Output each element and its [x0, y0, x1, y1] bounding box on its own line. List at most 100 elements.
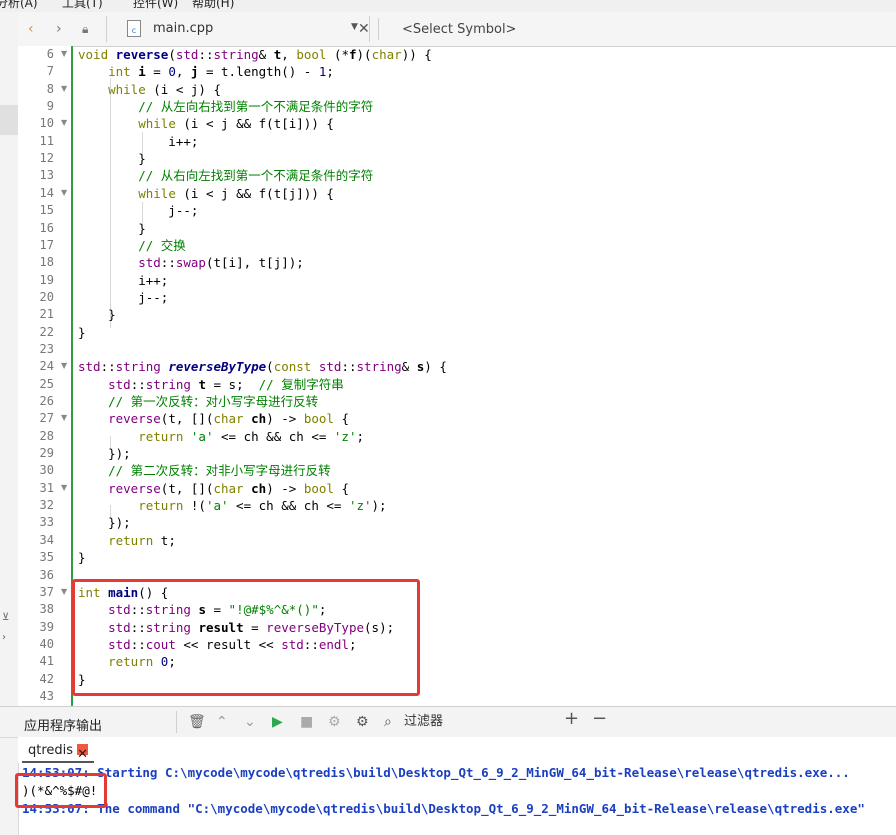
line-number: 22 [39, 325, 54, 339]
line-number: 42 [39, 672, 54, 686]
settings-icon[interactable]: ⚙ [356, 714, 369, 730]
line-number: 21 [39, 307, 54, 321]
symbol-selector[interactable]: <Select Symbol> [402, 22, 516, 37]
fold-marker-icon[interactable]: ▼ [61, 587, 67, 596]
add-icon[interactable]: + [564, 710, 579, 728]
menu-analyze[interactable]: 分析(A) [0, 0, 38, 11]
fold-marker-icon[interactable]: ▼ [61, 483, 67, 492]
line-number: 17 [39, 238, 54, 252]
line-number: 37 [39, 585, 54, 599]
code-line[interactable]: while (i < j && f(t[j])) { [78, 185, 334, 202]
code-line[interactable]: // 从右向左找到第一个不满足条件的字符 [78, 167, 373, 184]
code-line[interactable]: } [78, 324, 86, 341]
menu-tools[interactable]: 工具(T) [62, 0, 103, 11]
line-number: 14 [39, 186, 54, 200]
chevron-right-icon[interactable]: › [56, 20, 62, 38]
code-line[interactable]: std::swap(t[i], t[j]); [78, 254, 304, 271]
code-line[interactable]: // 交换 [78, 237, 186, 254]
lock-icon: 🔒︎ [82, 22, 89, 36]
code-line[interactable]: while (i < j && f(t[i])) { [78, 115, 334, 132]
code-line[interactable]: } [78, 150, 146, 167]
menu-bar: 分析(A) 工具(T) 控件(W) 帮助(H) [0, 0, 896, 12]
code-line[interactable]: }); [78, 445, 131, 462]
output-tab-qtredis[interactable]: qtredis ✕ [22, 739, 95, 763]
line-number: 30 [39, 463, 54, 477]
line-number: 36 [39, 568, 54, 582]
output-line-finished: 14:53:07: The command "C:\mycode\mycode\… [22, 801, 865, 816]
code-line[interactable]: } [78, 220, 146, 237]
panel-toggle-icon[interactable]: ⊻ [2, 612, 9, 623]
line-number: 39 [39, 620, 54, 634]
line-number: 31 [39, 481, 54, 495]
close-icon[interactable]: ✕ [77, 744, 89, 762]
line-number: 40 [39, 637, 54, 651]
arrow-down-icon[interactable]: ⌄ [244, 714, 256, 730]
code-line[interactable]: // 从左向右找到第一个不满足条件的字符 [78, 98, 373, 115]
fold-marker-icon[interactable]: ▼ [61, 361, 67, 370]
filter-input[interactable]: 过滤器 [404, 714, 443, 730]
code-line[interactable]: // 第二次反转：对非小写字母进行反转 [78, 462, 331, 479]
line-number: 8 [46, 82, 54, 96]
line-number: 24 [39, 359, 54, 373]
code-line[interactable]: std::string t = s; // 复制字符串 [78, 376, 344, 393]
line-number: 34 [39, 533, 54, 547]
fold-marker-icon[interactable]: ▼ [61, 118, 67, 127]
clear-icon[interactable]: 🗑︎ [188, 714, 206, 730]
fold-marker-icon[interactable]: ▼ [61, 49, 67, 58]
chevron-left-icon[interactable]: ‹ [28, 20, 34, 38]
cpp-file-icon: c [127, 20, 141, 37]
line-number: 35 [39, 550, 54, 564]
output-panel-title: 应用程序输出 [24, 719, 103, 734]
fold-marker-icon[interactable]: ▼ [61, 188, 67, 197]
line-number: 27 [39, 411, 54, 425]
code-line[interactable]: }); [78, 514, 131, 531]
attach-debugger-icon[interactable]: ⚙ [328, 714, 341, 730]
code-line[interactable]: while (i < j) { [78, 81, 221, 98]
code-line[interactable]: i++; [78, 133, 198, 150]
line-number: 41 [39, 654, 54, 668]
line-number: 6 [46, 47, 54, 61]
code-line[interactable]: } [78, 306, 116, 323]
menu-help[interactable]: 帮助(H) [192, 0, 234, 11]
search-icon: ⌕ [384, 714, 392, 730]
code-line[interactable]: return 'a' <= ch && ch <= 'z'; [78, 428, 364, 445]
fold-marker-icon[interactable]: ▼ [61, 413, 67, 422]
output-tabs: qtredis ✕ [18, 737, 896, 763]
code-line[interactable]: reverse(t, [](char ch) -> bool { [78, 410, 349, 427]
arrow-up-icon[interactable]: ⌃ [216, 714, 228, 730]
code-line[interactable]: int i = 0, j = t.length() - 1; [78, 63, 334, 80]
minimize-icon[interactable]: − [592, 710, 607, 728]
code-line[interactable]: j--; [78, 289, 168, 306]
line-number: 16 [39, 221, 54, 235]
code-line[interactable]: return !('a' <= ch && ch <= 'z'); [78, 497, 386, 514]
file-selector[interactable]: c main.cpp ▼ [106, 16, 370, 42]
chevron-right-icon[interactable]: › [2, 632, 6, 643]
line-number: 10 [39, 116, 54, 130]
code-line[interactable]: } [78, 549, 86, 566]
code-line[interactable]: // 第一次反转：对小写字母进行反转 [78, 393, 318, 410]
close-icon[interactable]: ✕ [358, 20, 370, 38]
menu-controls[interactable]: 控件(W) [133, 0, 178, 11]
code-line[interactable]: reverse(t, [](char ch) -> bool { [78, 480, 349, 497]
output-panel-header: 应用程序输出 🗑︎ ⌃ ⌄ ▶ ■ ⚙ ⚙ ⌕ 过滤器 + − [0, 706, 896, 738]
line-number: 33 [39, 515, 54, 529]
line-number-gutter: 6 ▼ 7 8 ▼ 9 10 ▼ 11 12 13 14 ▼ 15 16 17 18 19 20 21 22 23 24 ▼ 2… [18, 46, 72, 706]
line-number: 11 [39, 134, 54, 148]
stop-icon[interactable]: ■ [300, 714, 313, 730]
code-line[interactable]: return t; [78, 532, 176, 549]
code-line[interactable]: void reverse(std::string& t, bool (*f)(c… [78, 46, 432, 63]
code-line[interactable]: std::string reverseByType(const std::str… [78, 358, 447, 375]
run-icon[interactable]: ▶ [272, 714, 283, 730]
dropdown-arrow-icon[interactable]: ▼ [351, 22, 358, 32]
line-number: 28 [39, 429, 54, 443]
sidebar-selected-item[interactable] [0, 105, 18, 135]
highlight-box-main [72, 579, 420, 696]
code-line[interactable]: j--; [78, 202, 198, 219]
line-number: 15 [39, 203, 54, 217]
code-line[interactable]: i++; [78, 272, 168, 289]
editor-toolbar: ‹ › 🔒︎ c main.cpp ▼ ✕ <Select Symbol> [18, 12, 896, 47]
file-name: main.cpp [153, 21, 214, 36]
line-number: 32 [39, 498, 54, 512]
line-number: 26 [39, 394, 54, 408]
fold-marker-icon[interactable]: ▼ [61, 84, 67, 93]
